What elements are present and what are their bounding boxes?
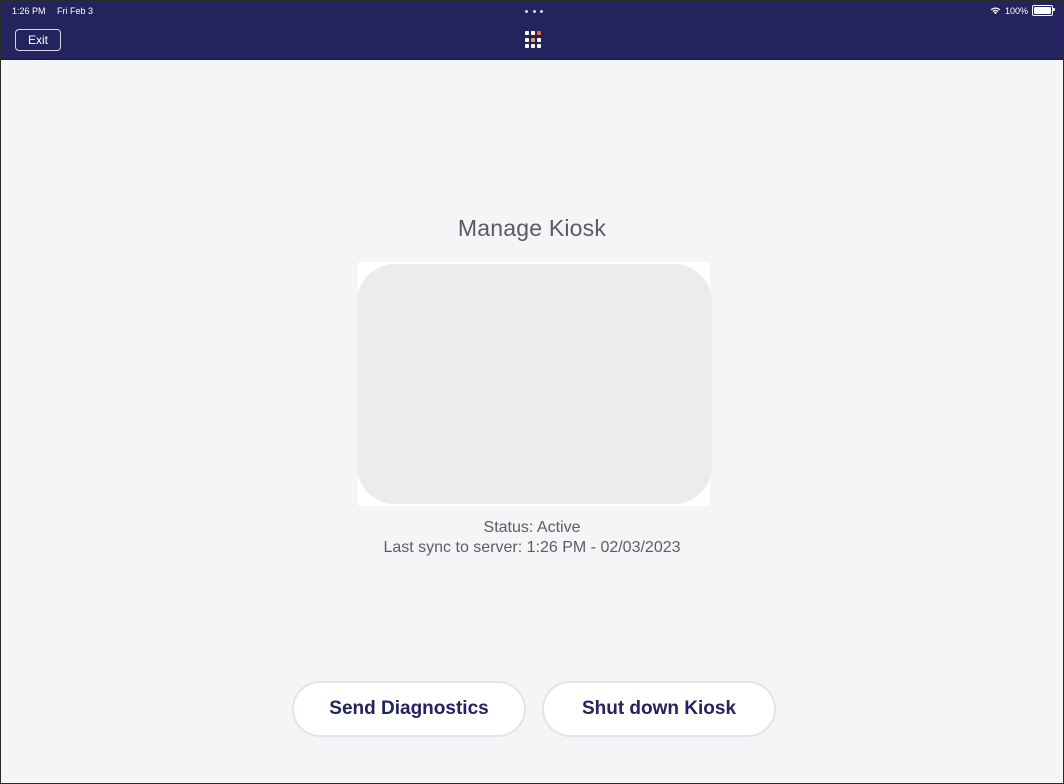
battery-icon: [1032, 5, 1055, 16]
status-time: 1:26 PM: [12, 6, 46, 16]
page-title: Manage Kiosk: [457, 215, 607, 241]
apps-dot: [525, 31, 529, 35]
battery-percentage: 100%: [1004, 5, 1028, 16]
apps-dot: [537, 31, 541, 35]
multitask-dots-icon[interactable]: [525, 10, 543, 13]
grid-apps-icon[interactable]: [525, 31, 543, 49]
shut-down-kiosk-button[interactable]: Shut down Kiosk: [542, 681, 776, 737]
apps-dot: [537, 37, 541, 42]
app-window: 1:26 PM Fri Feb 3 100% Exit Manage Kiosk…: [0, 0, 1064, 784]
apps-dot: [531, 44, 535, 49]
apps-dot: [531, 37, 535, 42]
kiosk-preview-card: [357, 262, 712, 506]
device-status-bar: 1:26 PM Fri Feb 3 100%: [1, 1, 1063, 21]
wifi-icon: [990, 7, 1001, 15]
apps-dot: [525, 37, 529, 42]
battery-fill: [1034, 7, 1051, 14]
kiosk-preview-image: [357, 264, 712, 504]
apps-dot: [525, 44, 529, 49]
kiosk-status-text: Status: Active: [483, 519, 581, 536]
send-diagnostics-button[interactable]: Send Diagnostics: [292, 681, 526, 737]
apps-dot: [531, 31, 535, 35]
status-indicators: 100%: [990, 5, 1055, 16]
exit-button[interactable]: Exit: [15, 29, 61, 51]
top-navigation-bar: 1:26 PM Fri Feb 3 100% Exit: [1, 1, 1063, 60]
status-date: Fri Feb 3: [57, 6, 94, 16]
last-sync-text: Last sync to server: 1:26 PM - 02/03/202…: [383, 539, 681, 556]
apps-dot: [537, 44, 541, 49]
